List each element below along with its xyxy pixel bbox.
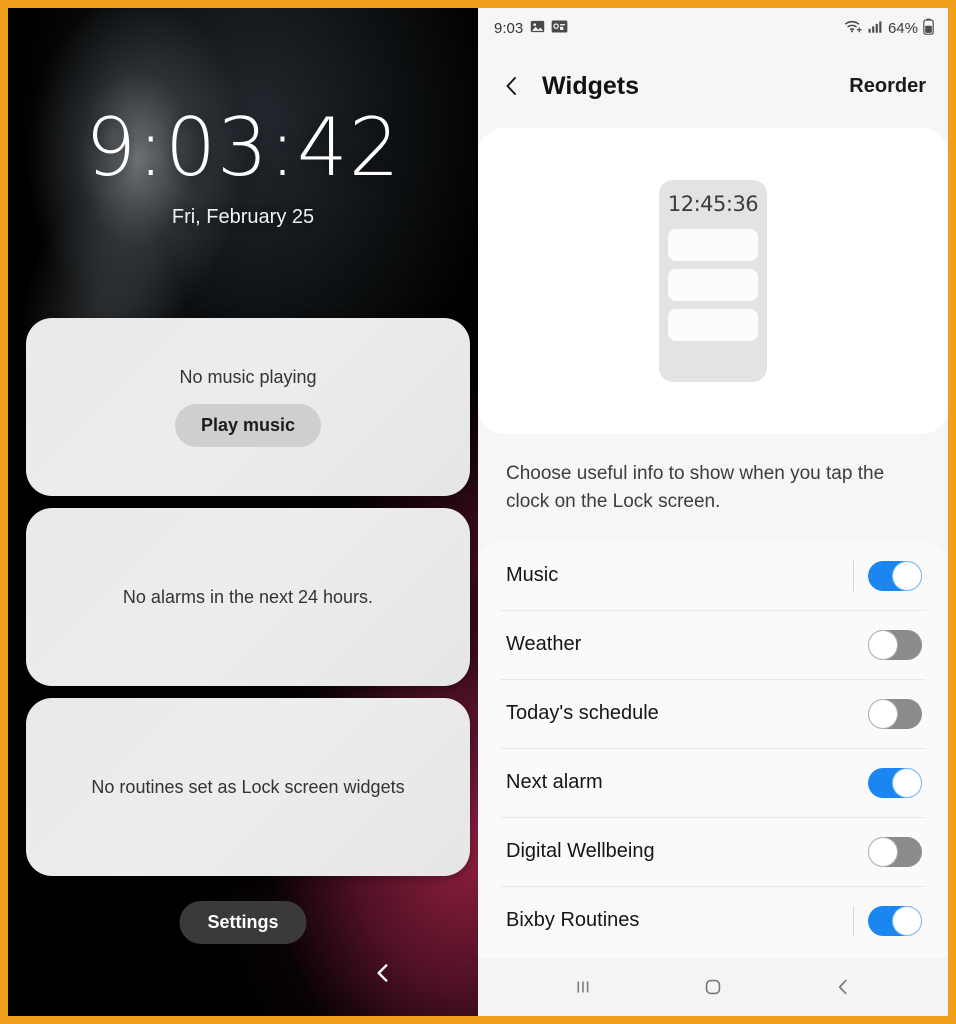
toggle-todays-schedule[interactable] — [868, 698, 922, 729]
recents-icon[interactable] — [553, 967, 613, 1007]
divider-line — [853, 560, 854, 591]
preview-widget-slot — [668, 229, 758, 261]
wifi-icon — [844, 18, 863, 38]
preview-clock: 12:45:36 — [667, 192, 759, 216]
page-title: Widgets — [542, 71, 639, 100]
android-navigation-bar — [478, 958, 948, 1016]
list-item-music[interactable]: Music — [478, 541, 948, 610]
toggle-knob — [892, 560, 922, 591]
widget-preview-card: 12:45:36 — [478, 128, 948, 434]
lock-screen-settings-button[interactable]: Settings — [179, 901, 307, 944]
list-item-label: Digital Wellbeing — [506, 840, 655, 863]
screenshot-icon — [551, 19, 568, 38]
divider-line — [853, 905, 854, 936]
reorder-button[interactable]: Reorder — [849, 75, 926, 98]
list-item-label: Today's schedule — [506, 702, 659, 725]
alarm-status-text: No alarms in the next 24 hours. — [122, 586, 374, 607]
toggle-knob — [892, 905, 922, 936]
list-item-control — [868, 767, 922, 798]
preview-widget-slot — [668, 269, 758, 301]
list-item-control — [868, 629, 922, 660]
lock-screen-clock: 9:03:42 — [85, 101, 401, 194]
list-item-label: Next alarm — [506, 771, 603, 794]
list-item-bixby-routines[interactable]: Bixby Routines — [478, 886, 948, 955]
routines-status-text: No routines set as Lock screen widgets — [91, 776, 405, 797]
app-bar: Widgets Reorder — [478, 48, 948, 124]
toggle-weather[interactable] — [868, 629, 922, 660]
image-icon — [530, 19, 545, 38]
toggle-music[interactable] — [868, 560, 922, 591]
status-bar-right-icons: 64% — [844, 18, 934, 39]
list-item-control — [868, 836, 922, 867]
back-chevron-icon[interactable] — [500, 74, 524, 98]
settings-panel: 9:03 64% Widgets Reorder 12:45:36 Choose… — [478, 8, 948, 1016]
preview-widget-slot — [668, 309, 758, 341]
back-icon[interactable] — [813, 967, 873, 1007]
music-status-text: No music playing — [179, 367, 317, 387]
toggle-next-alarm[interactable] — [868, 767, 922, 798]
list-item-label: Weather — [506, 633, 582, 656]
status-bar-left-icons — [530, 19, 568, 38]
alarm-widget-card[interactable]: No alarms in the next 24 hours. — [26, 508, 470, 686]
lock-screen-panel: 9:03:42 Fri, February 25 No music playin… — [8, 8, 478, 1016]
lock-screen-date: Fri, February 25 — [171, 206, 315, 228]
list-item-next-alarm[interactable]: Next alarm — [478, 748, 948, 817]
battery-icon — [923, 18, 934, 39]
toggle-knob — [868, 836, 898, 867]
list-item-control — [853, 560, 922, 591]
back-chevron-icon[interactable] — [370, 960, 396, 986]
toggle-knob — [892, 767, 922, 798]
list-item-label: Music — [506, 564, 559, 587]
routines-widget-card[interactable]: No routines set as Lock screen widgets — [26, 698, 470, 876]
toggle-digital-wellbeing[interactable] — [868, 836, 922, 867]
toggle-knob — [868, 629, 898, 660]
status-bar-time: 9:03 — [494, 19, 524, 37]
status-bar: 9:03 64% — [478, 8, 948, 48]
screenshot-frame: 9:03:42 Fri, February 25 No music playin… — [0, 0, 956, 1024]
home-icon[interactable] — [683, 967, 743, 1007]
toggle-bixby-routines[interactable] — [868, 905, 922, 936]
phone-mockup: 12:45:36 — [659, 180, 767, 382]
list-item-todays-schedule[interactable]: Today's schedule — [478, 679, 948, 748]
battery-percent-label: 64% — [887, 19, 918, 37]
list-item-control — [853, 905, 922, 936]
signal-icon — [868, 19, 883, 38]
list-item-control — [868, 698, 922, 729]
description-text: Choose useful info to show when you tap … — [478, 434, 948, 542]
play-music-button[interactable]: Play music — [174, 404, 322, 447]
widget-toggle-list: Music Weather Today's schedule Next alar… — [478, 541, 948, 958]
toggle-knob — [868, 698, 898, 729]
list-item-digital-wellbeing[interactable]: Digital Wellbeing — [478, 817, 948, 886]
list-item-weather[interactable]: Weather — [478, 610, 948, 679]
music-widget-card[interactable]: No music playing Play music — [26, 318, 470, 496]
panels-container: 9:03:42 Fri, February 25 No music playin… — [8, 8, 948, 1016]
list-item-label: Bixby Routines — [506, 909, 640, 932]
